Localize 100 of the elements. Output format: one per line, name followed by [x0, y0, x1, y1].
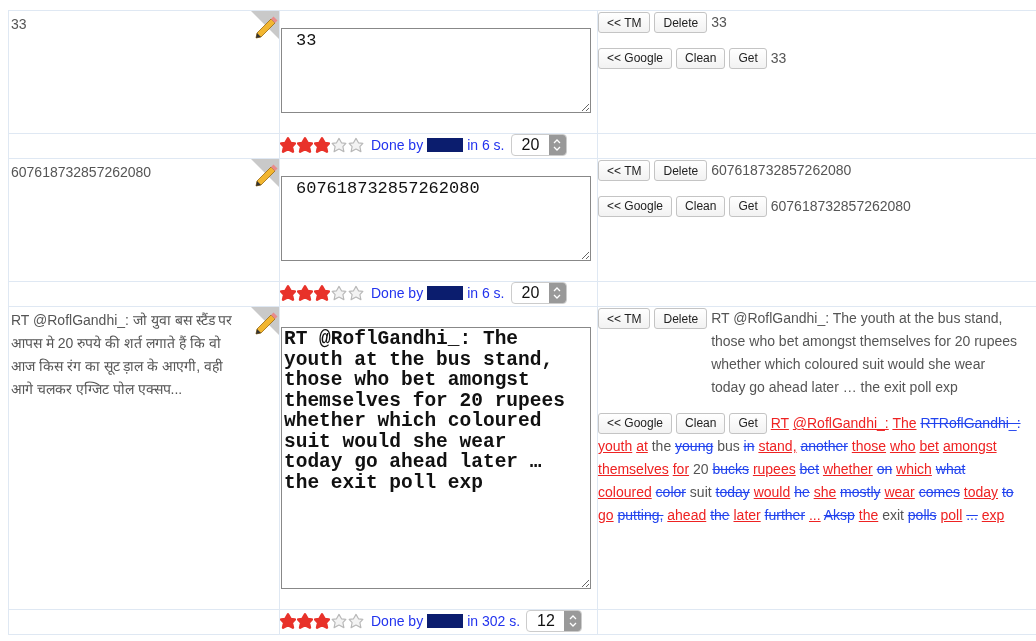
deleted-word: color [655, 484, 686, 500]
tm-button[interactable]: << TM [598, 160, 651, 181]
unchanged-word: exit [882, 507, 904, 523]
clean-button[interactable]: Clean [676, 47, 726, 69]
deleted-word: comes [918, 484, 960, 500]
deleted-word: polls [907, 507, 937, 523]
filled-star-icon[interactable] [314, 613, 330, 629]
delete-button[interactable]: Delete [654, 12, 708, 33]
text-area[interactable]: 33 [281, 28, 591, 113]
inserted-word: exp [981, 507, 1005, 523]
inserted-word: RT [770, 415, 789, 431]
memory-text: 33 [711, 13, 728, 32]
delete-button[interactable]: Delete [654, 160, 708, 181]
inserted-word: at [636, 438, 648, 454]
deleted-word: in [743, 438, 755, 454]
source-text: RT @RoflGandhi_: जो युवा बस स्टैंड पर आपस मे 20 रुपये की शर्त लगाते हैं कि वो आज किस रंग का सूट ड़ाल के आएगी, वही आगे चलकर एग्जिट पोल एक्सप... [11, 311, 234, 399]
clean-button[interactable]: Clean [676, 195, 726, 217]
inserted-word: poll [940, 507, 963, 523]
inserted-word: bet [919, 438, 939, 454]
done-label: Done by [371, 285, 424, 301]
deleted-word: ... [966, 507, 978, 523]
pencil-icon[interactable] [249, 307, 279, 337]
number-field[interactable]: 12 [526, 610, 583, 632]
get-button[interactable]: Get [729, 195, 767, 217]
inserted-word: coloured [598, 484, 652, 500]
inserted-word: ahead [667, 507, 707, 523]
deleted-word: another [800, 438, 848, 454]
machine-text: 607618732857262080 [770, 198, 911, 214]
get-button[interactable]: Get [729, 47, 767, 69]
unchanged-word: the [651, 438, 672, 454]
deleted-word: bucks [712, 461, 749, 477]
redaction-bar [427, 138, 464, 152]
inserted-word: amongst [942, 438, 997, 454]
delete-button[interactable]: Delete [654, 308, 708, 329]
text-area[interactable]: 607618732857262080 [281, 176, 591, 261]
source-text: 33 [11, 15, 28, 34]
unchanged-word: bus [717, 438, 740, 454]
up-down-icon [568, 614, 577, 628]
text-area[interactable]: RT @RoflGandhi_: The youth at the bus stand, those who bet amongst themselves for 20 rupees whether which coloured suit would she wear today go ahead later … the exit poll exp [281, 327, 591, 589]
source-text: 607618732857262080 [11, 163, 153, 182]
inserted-word: for [672, 461, 690, 477]
filled-star-icon[interactable] [297, 285, 313, 301]
number-field[interactable]: 20 [510, 282, 567, 304]
unchanged-word: suit [689, 484, 712, 500]
filled-star-icon[interactable] [297, 613, 313, 629]
inserted-word: rupees [752, 461, 796, 477]
pencil-icon[interactable] [249, 11, 279, 41]
stepper-button[interactable] [548, 135, 566, 155]
deleted-word: Aksp [823, 507, 855, 523]
inserted-word: themselves [598, 461, 669, 477]
tm-button[interactable]: << TM [598, 12, 651, 33]
inserted-word: the [858, 507, 879, 523]
deleted-word: bet [799, 461, 820, 477]
inserted-word: The [892, 415, 917, 431]
deleted-word: he [794, 484, 810, 500]
done-label: Done by [371, 137, 424, 153]
stepper-button[interactable] [564, 611, 582, 631]
inserted-word: later [733, 507, 761, 523]
filled-star-icon[interactable] [280, 285, 296, 301]
memory-text: 607618732857262080 [711, 161, 853, 180]
filled-star-icon[interactable] [280, 137, 296, 153]
inserted-word: which [896, 461, 932, 477]
deleted-word: on [876, 461, 893, 477]
stepper-button[interactable] [548, 283, 566, 303]
inserted-word: she [813, 484, 837, 500]
filled-star-icon[interactable] [314, 285, 330, 301]
number-field[interactable]: 20 [510, 134, 567, 156]
deleted-word: what [935, 461, 966, 477]
google-button[interactable]: << Google [598, 47, 673, 69]
deleted-word: RTRoflGandhi_: [920, 415, 1021, 431]
filled-star-icon[interactable] [314, 137, 330, 153]
deleted-word: mostly [840, 484, 881, 500]
inserted-word: stand, [758, 438, 797, 454]
inserted-word: @RoflGandhi_: [792, 415, 889, 431]
filled-star-icon[interactable] [297, 137, 313, 153]
inserted-word: whether [822, 461, 873, 477]
up-down-icon [553, 286, 561, 300]
inserted-word: today [963, 484, 999, 500]
deleted-word: further [764, 507, 806, 523]
inserted-word: who [889, 438, 916, 454]
up-down-icon [553, 138, 561, 152]
inserted-word: go [598, 507, 614, 523]
deleted-word: young [675, 438, 714, 454]
inserted-word: wear [884, 484, 915, 500]
google-button[interactable]: << Google [598, 195, 673, 217]
deleted-word: putting, [617, 507, 664, 523]
tm-button[interactable]: << TM [598, 308, 651, 329]
get-button[interactable]: Get [729, 412, 767, 434]
inserted-word: would [753, 484, 791, 500]
google-button[interactable]: << Google [598, 412, 673, 434]
redaction-bar [427, 614, 464, 628]
clean-button[interactable]: Clean [676, 412, 726, 434]
inserted-word: ... [808, 507, 821, 523]
inserted-word: those [851, 438, 887, 454]
inserted-word: youth [598, 438, 633, 454]
deleted-word: to [1001, 484, 1014, 500]
time-text: in 6 s. [467, 285, 505, 301]
done-label: Done by [371, 613, 424, 629]
pencil-icon[interactable] [249, 159, 279, 189]
filled-star-icon[interactable] [280, 613, 296, 629]
